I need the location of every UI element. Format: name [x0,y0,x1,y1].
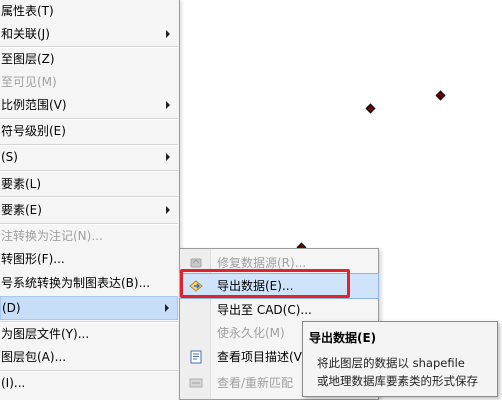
item-description-icon [190,350,202,364]
menu-separator [0,196,178,198]
menu-item-label: 转图形(F)... [1,252,65,266]
map-point [435,90,446,101]
menu-item-label: 至可见(M) [1,75,57,89]
tooltip: 导出数据(E) 将此图层的数据以 shapefile 或地理数据库要素类的形式保… [302,321,498,397]
menu-item-label: 要素(L) [1,177,42,191]
menu-item-label: 注转换为注记(N)... [1,229,103,243]
menu-separator [0,170,178,172]
menu-item-label: 为图层文件(Y)... [1,327,90,341]
annotation-highlight-box [180,269,350,298]
menu-item-selection[interactable]: (S) [0,146,178,168]
menu-item-symbol-levels[interactable]: 符号级别(E) [0,120,178,142]
menu-item-label: 比例范围(V) [1,98,67,112]
menu-item-save-layer-file[interactable]: 为图层文件(Y)... [0,323,178,345]
submenu-item-label: 使永久化(M) [217,326,285,340]
menu-item-zoom-to-visible: 至可见(M) [0,71,178,93]
menu-item-label: (I)... [1,376,26,390]
menu-item-label: (S) [1,150,18,164]
tooltip-title: 导出数据(E) [309,331,377,345]
submenu-item-label: 导出至 CAD(C)... [217,303,312,317]
submenu-item-label: 查看/重新匹配 [217,376,294,390]
menu-item-create-layer-package[interactable]: 图层包(A)... [0,346,178,368]
menu-item-attribute-table[interactable]: 属性表(T) [0,0,178,22]
menu-item-convert-labels: 注转换为注记(N)... [0,225,178,247]
menu-item-convert-to-graphics[interactable]: 转图形(F)... [0,248,178,270]
menu-item-label: 要素(E) [1,203,42,217]
menu-item-zoom-to-layer[interactable]: 至图层(Z) [0,48,178,70]
repair-data-source-icon [190,258,202,268]
menu-item-label: 图层包(A)... [1,350,67,364]
submenu-arrow-icon [165,304,169,312]
menu-item-label: 属性表(T) [1,4,54,18]
menu-item-label: 至图层(Z) [1,52,55,66]
menu-item-label: 号系统转换为制图表达(B)... [1,276,151,290]
submenu-arrow-icon [166,30,170,38]
menu-item-convert-symbology[interactable]: 号系统转换为制图表达(B)... [0,272,178,294]
submenu-arrow-icon [166,206,170,214]
menu-item-label: (D) [2,301,21,315]
menu-item-edit-features[interactable]: 要素(E) [0,199,178,221]
menu-item-data[interactable]: (D) [0,296,178,320]
menu-item-label-features[interactable]: 要素(L) [0,173,178,195]
menu-item-label: 和关联(J) [1,27,50,41]
rematch-icon [189,378,203,388]
submenu-item-label: 查看项目描述(V) [217,350,307,364]
menu-item-label: 符号级别(E) [1,124,66,138]
layer-context-menu: 属性表(T) 和关联(J) 至图层(Z) 至可见(M) 比例范围(V) 符号级别… [0,0,180,400]
menu-item-properties[interactable]: (I)... [0,372,178,394]
tooltip-line: 将此图层的数据以 shapefile [317,356,465,370]
map-point [365,103,376,114]
menu-item-joins-relates[interactable]: 和关联(J) [0,23,178,45]
submenu-item-export-to-cad[interactable]: 导出至 CAD(C)... [180,298,378,322]
submenu-arrow-icon [166,101,170,109]
menu-item-visible-scale-range[interactable]: 比例范围(V) [0,94,178,116]
submenu-arrow-icon [166,153,170,161]
tooltip-line: 或地理数据库要素类的形式保存 [317,374,478,388]
